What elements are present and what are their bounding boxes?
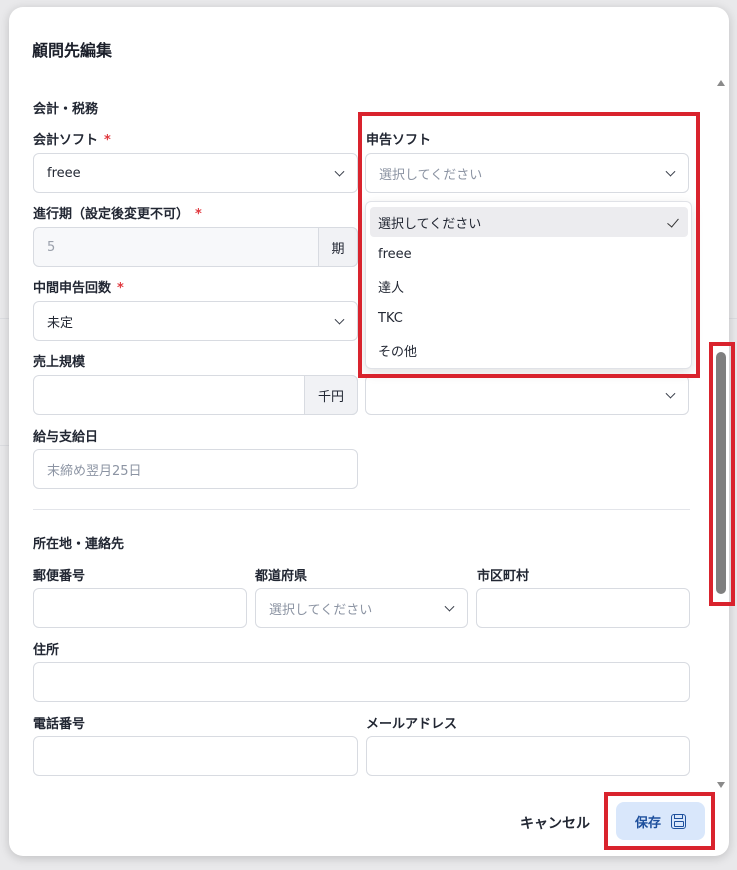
chevron-down-icon bbox=[334, 166, 345, 177]
backdrop-line bbox=[0, 318, 9, 319]
email-input[interactable] bbox=[366, 736, 690, 776]
city-input[interactable] bbox=[476, 588, 690, 628]
scrollbar-thumb[interactable] bbox=[716, 352, 726, 594]
secondary-select[interactable] bbox=[365, 375, 689, 415]
address-input[interactable] bbox=[33, 662, 690, 702]
accounting-software-label: 会計ソフト * bbox=[33, 133, 111, 148]
prefecture-placeholder: 選択してください bbox=[269, 602, 373, 618]
fiscal-period-suffix: 期 bbox=[318, 227, 358, 267]
fiscal-period-value: 5 bbox=[47, 239, 56, 255]
dropdown-option-other[interactable]: その他 bbox=[370, 335, 688, 365]
address-label: 住所 bbox=[33, 643, 60, 658]
payday-input[interactable]: 末締め翌月25日 bbox=[33, 449, 358, 489]
backdrop-line bbox=[0, 445, 9, 446]
section-divider bbox=[33, 509, 690, 510]
postal-code-label: 郵便番号 bbox=[33, 569, 86, 584]
backdrop-line bbox=[729, 318, 737, 319]
tax-software-placeholder: 選択してください bbox=[379, 167, 483, 183]
prefecture-label: 都道府県 bbox=[255, 569, 308, 584]
interim-count-value: 未定 bbox=[47, 315, 74, 331]
phone-label: 電話番号 bbox=[33, 717, 86, 732]
save-button[interactable]: 保存 bbox=[616, 802, 705, 840]
city-label: 市区町村 bbox=[477, 569, 530, 584]
chevron-down-icon bbox=[334, 314, 345, 325]
scroll-down-arrow-icon[interactable] bbox=[717, 782, 725, 788]
dropdown-option-tatsujin[interactable]: 達人 bbox=[370, 271, 688, 301]
tax-software-select[interactable]: 選択してください bbox=[365, 153, 689, 193]
chevron-down-icon bbox=[665, 166, 676, 177]
payday-label: 給与支給日 bbox=[33, 430, 99, 445]
phone-input[interactable] bbox=[33, 736, 358, 776]
accounting-software-value: freee bbox=[47, 165, 81, 181]
sales-scale-input[interactable]: 千円 bbox=[33, 375, 358, 415]
interim-count-select[interactable]: 未定 bbox=[33, 301, 358, 341]
dialog-title: 顧問先編集 bbox=[32, 41, 113, 60]
fiscal-period-input: 5 期 bbox=[33, 227, 358, 267]
section-title-location: 所在地・連絡先 bbox=[33, 537, 125, 552]
dropdown-option-select[interactable]: 選択してください bbox=[370, 207, 688, 237]
interim-count-label: 中間申告回数 * bbox=[33, 281, 124, 296]
dropdown-option-freee[interactable]: freee bbox=[370, 239, 688, 269]
cancel-button[interactable]: キャンセル bbox=[520, 813, 590, 833]
fiscal-period-label: 進行期（設定後変更不可） * bbox=[33, 207, 202, 222]
tax-software-label: 申告ソフト bbox=[366, 133, 432, 148]
postal-code-input[interactable] bbox=[33, 588, 247, 628]
email-label: メールアドレス bbox=[366, 717, 458, 732]
sales-scale-label: 売上規模 bbox=[33, 355, 86, 370]
accounting-software-select[interactable]: freee bbox=[33, 153, 358, 193]
section-title-accounting: 会計・税務 bbox=[33, 102, 99, 117]
dropdown-option-tkc[interactable]: TKC bbox=[370, 303, 688, 333]
chevron-down-icon bbox=[665, 388, 676, 399]
floppy-disk-icon bbox=[671, 813, 686, 829]
scroll-up-arrow-icon[interactable] bbox=[717, 80, 725, 86]
tax-software-dropdown: 選択してください freee 達人 TKC その他 bbox=[365, 201, 692, 369]
prefecture-select[interactable]: 選択してください bbox=[255, 588, 468, 628]
save-label: 保存 bbox=[634, 815, 661, 831]
edit-client-dialog: 顧問先編集 会計・税務 会計ソフト * freee 申告ソフト 選択してください … bbox=[9, 7, 729, 856]
chevron-down-icon bbox=[444, 601, 455, 612]
payday-placeholder: 末締め翌月25日 bbox=[47, 463, 142, 479]
sales-scale-suffix: 千円 bbox=[304, 375, 358, 415]
check-icon bbox=[667, 215, 679, 228]
